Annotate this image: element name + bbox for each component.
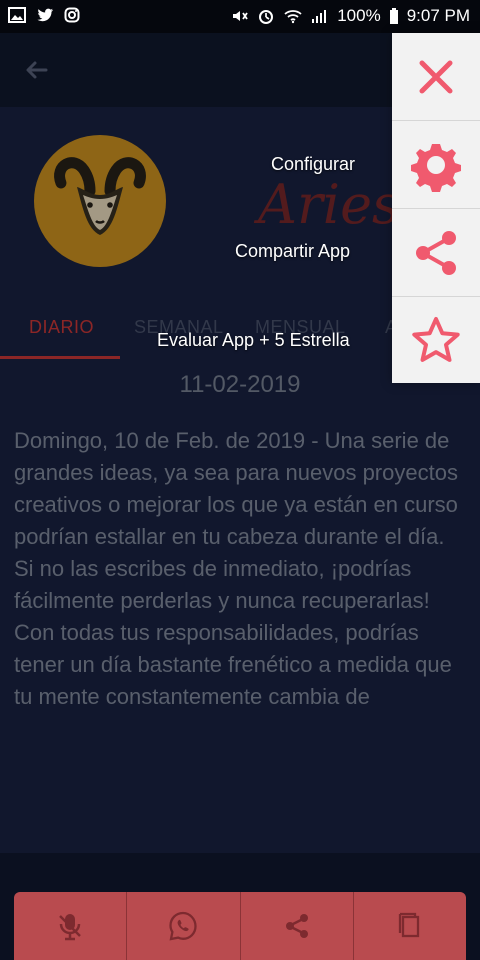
action-bar — [14, 892, 466, 960]
gallery-icon — [8, 7, 26, 23]
signal-icon — [311, 8, 329, 24]
microphone-off-icon — [59, 914, 82, 941]
copy-button[interactable] — [354, 892, 466, 960]
share-app-button[interactable] — [392, 209, 480, 297]
mute-icon — [231, 8, 249, 24]
gear-icon — [411, 143, 461, 192]
instagram-icon — [64, 7, 80, 23]
close-icon — [419, 60, 453, 93]
star-icon — [412, 316, 460, 362]
status-bar: 100% 9:07 PM — [0, 0, 480, 33]
status-left — [8, 7, 80, 23]
floating-menu — [392, 33, 480, 383]
share-icon — [285, 914, 308, 938]
share-icon — [416, 230, 456, 275]
status-right: 100% 9:07 PM — [231, 6, 470, 26]
copy-icon — [398, 912, 420, 938]
alarm-icon — [257, 7, 275, 25]
close-menu-button[interactable] — [392, 33, 480, 121]
share-button[interactable] — [241, 892, 354, 960]
clock-time: 9:07 PM — [406, 6, 470, 25]
configure-label[interactable]: Configurar — [271, 154, 355, 175]
rate-app-button[interactable] — [392, 297, 480, 384]
configure-button[interactable] — [392, 121, 480, 209]
battery-icon — [389, 7, 399, 25]
battery-percent: 100% — [337, 6, 381, 25]
wifi-icon — [283, 8, 303, 24]
whatsapp-icon — [169, 911, 198, 941]
twitter-icon — [36, 7, 54, 23]
voice-button[interactable] — [14, 892, 128, 960]
whatsapp-button[interactable] — [127, 892, 241, 960]
share-app-label[interactable]: Compartir App — [235, 241, 350, 262]
rate-app-label[interactable]: Evaluar App + 5 Estrella — [157, 330, 350, 351]
